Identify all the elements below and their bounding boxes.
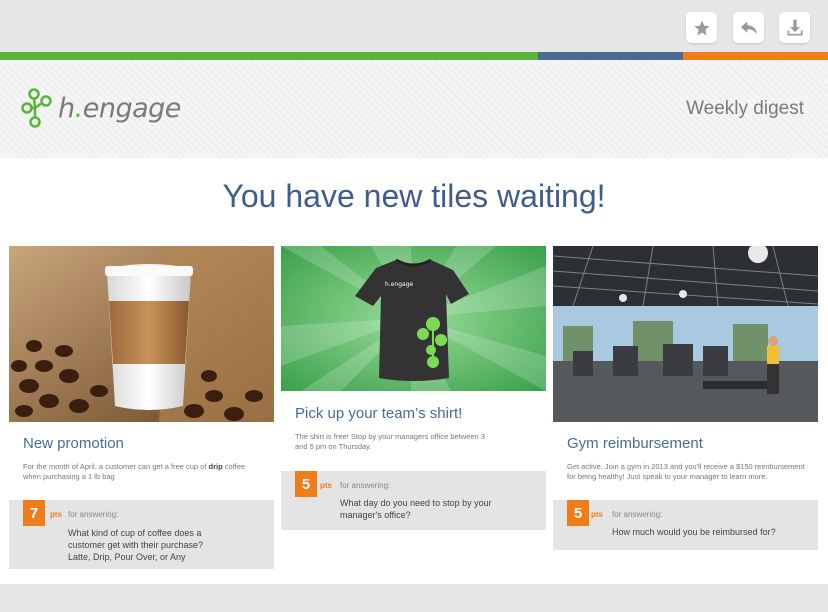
brand-logo: h.engage: [20, 88, 181, 128]
question-text: What day do you need to stop by your man…: [340, 498, 492, 520]
shirt-text: h.engage: [385, 281, 413, 288]
tile-title: Pick up your team’s shirt!: [295, 405, 463, 422]
tile-team-shirt[interactable]: h.engage Pick up your team’s shirt! The …: [281, 246, 546, 530]
weekly-digest-label: Weekly digest: [686, 98, 804, 119]
footer-bar: [0, 584, 828, 612]
question-box: 7 pts for answering: What kind of cup of…: [9, 500, 274, 569]
tile-gym-reimbursement[interactable]: Gym reimbursement Get active. Join a gym…: [553, 246, 818, 550]
page-headline: You have new tiles waiting!: [222, 178, 606, 214]
shirt-image: h.engage: [281, 246, 546, 391]
points-badge: 5: [295, 471, 317, 497]
question-text: How much would you be reimbursed for?: [612, 527, 776, 537]
answer-options: Latte, Drip, Pour Over, or Any: [68, 552, 186, 562]
green-stripe: [0, 52, 538, 60]
question-box: 5 pts for answering: What day do you nee…: [281, 471, 546, 530]
points-label: pts: [320, 481, 332, 490]
reply-icon: [740, 20, 757, 35]
download-icon: [787, 19, 802, 35]
tile-new-promotion[interactable]: New promotion For the month of April, a …: [9, 246, 274, 569]
brand-wordmark: h.engage: [58, 92, 181, 124]
question-box: 5 pts for answering: How much would you …: [553, 500, 818, 550]
for-answering-label: for answering:: [612, 510, 663, 519]
toolbar: [0, 0, 828, 52]
coffee-image: [9, 246, 274, 422]
tile-title: New promotion: [23, 435, 124, 452]
star-button[interactable]: [686, 12, 717, 43]
tile-description: The shirt is free! Stop by your managers…: [295, 432, 485, 451]
blue-stripe: [538, 52, 683, 60]
for-answering-label: for answering:: [68, 510, 119, 519]
tile-description: For the month of April, a customer can g…: [23, 462, 246, 481]
reply-button[interactable]: [733, 12, 764, 43]
gym-image: [553, 246, 818, 422]
color-stripe-bar: [0, 52, 828, 60]
question-text: What kind of cup of coffee does a custom…: [68, 528, 204, 550]
for-answering-label: for answering:: [340, 481, 391, 490]
points-label: pts: [50, 510, 62, 519]
tree-logo-icon: [21, 88, 52, 128]
tile-title: Gym reimbursement: [567, 435, 703, 452]
tile-description: Get active. Join a gym in 2013 and you'l…: [567, 462, 805, 481]
download-button[interactable]: [779, 12, 810, 43]
star-icon: [694, 20, 709, 35]
orange-stripe: [683, 52, 828, 60]
points-badge: 5: [567, 500, 589, 526]
points-badge: 7: [23, 500, 45, 526]
points-label: pts: [591, 510, 603, 519]
